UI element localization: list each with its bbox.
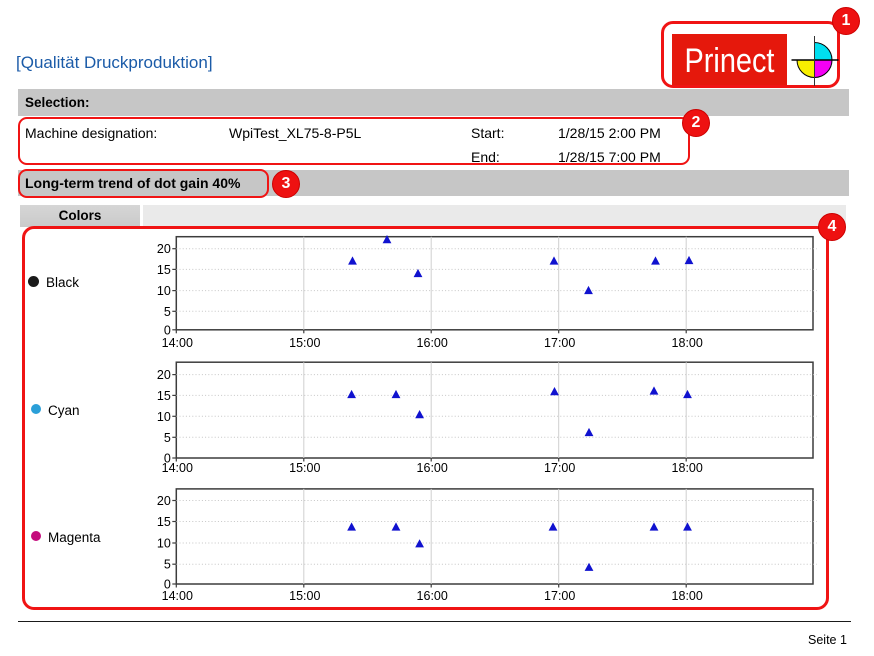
svg-text:10: 10 [157, 537, 171, 551]
svg-text:14:00: 14:00 [162, 461, 193, 475]
svg-text:10: 10 [157, 284, 171, 298]
svg-text:18:00: 18:00 [672, 461, 703, 475]
svg-text:14:00: 14:00 [162, 336, 193, 350]
svg-text:20: 20 [157, 242, 171, 256]
svg-text:20: 20 [157, 368, 171, 382]
svg-text:15:00: 15:00 [289, 589, 320, 603]
svg-text:15: 15 [157, 389, 171, 403]
svg-text:15: 15 [157, 515, 171, 529]
svg-text:10: 10 [157, 410, 171, 424]
svg-text:15:00: 15:00 [289, 461, 320, 475]
svg-text:5: 5 [164, 431, 171, 445]
svg-text:15: 15 [157, 263, 171, 277]
svg-text:18:00: 18:00 [672, 589, 703, 603]
svg-text:20: 20 [157, 494, 171, 508]
svg-text:17:00: 17:00 [544, 589, 575, 603]
svg-text:16:00: 16:00 [417, 461, 448, 475]
svg-text:17:00: 17:00 [544, 461, 575, 475]
svg-text:14:00: 14:00 [162, 589, 193, 603]
svg-text:18:00: 18:00 [672, 336, 703, 350]
svg-text:5: 5 [164, 305, 171, 319]
svg-text:17:00: 17:00 [544, 336, 575, 350]
svg-text:16:00: 16:00 [417, 336, 448, 350]
svg-text:5: 5 [164, 558, 171, 572]
svg-text:15:00: 15:00 [289, 336, 320, 350]
svg-text:16:00: 16:00 [417, 589, 448, 603]
